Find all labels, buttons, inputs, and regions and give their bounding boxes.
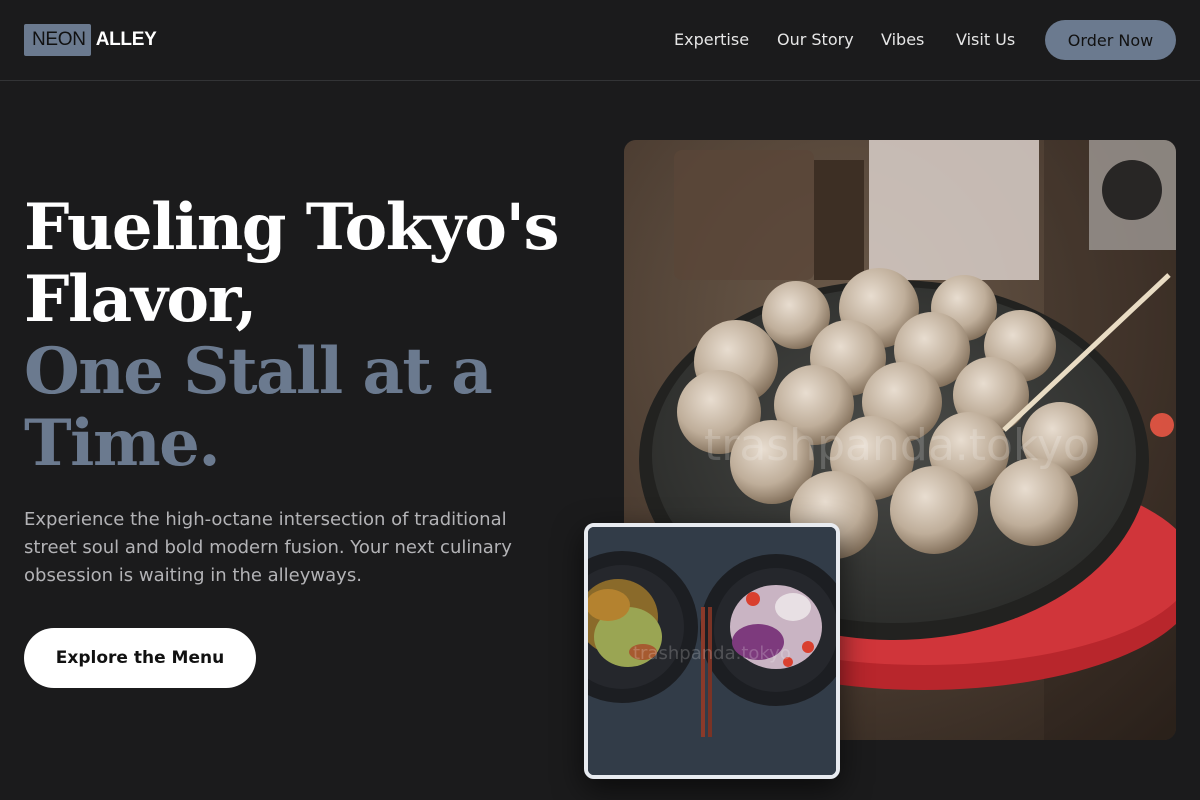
small-photo-watermark: trashpanda.tokyo [633,643,791,664]
main-photo-watermark: trashpanda.tokyo [704,420,1090,471]
headline-line-4: Time. [24,406,221,481]
top-nav: NEON ALLEY Expertise Our Story Vibes Vis… [0,0,1200,81]
logo-text: ALLEY [95,29,157,50]
nav-link-visit-us[interactable]: Visit Us [956,30,1015,49]
fusion-dishes-photo: trashpanda.tokyo [584,523,840,779]
brand-logo[interactable]: NEON ALLEY [24,24,157,56]
hero-description: Experience the high-octane intersection … [24,509,512,586]
nav-link-expertise[interactable]: Expertise [674,30,749,49]
headline-line-2: Flavor, [24,262,257,337]
order-now-button[interactable]: Order Now [1045,20,1176,60]
nav-link-our-story[interactable]: Our Story [777,30,854,49]
nav-link-vibes[interactable]: Vibes [881,30,924,49]
logo-box-text: NEON [24,24,91,56]
explore-menu-button[interactable]: Explore the Menu [24,628,256,688]
hero-headline: Fueling Tokyo's Flavor, One Stall at a T… [24,192,584,480]
headline-line-1: Fueling Tokyo's [24,190,560,265]
headline-line-3: One Stall at a [24,334,493,409]
